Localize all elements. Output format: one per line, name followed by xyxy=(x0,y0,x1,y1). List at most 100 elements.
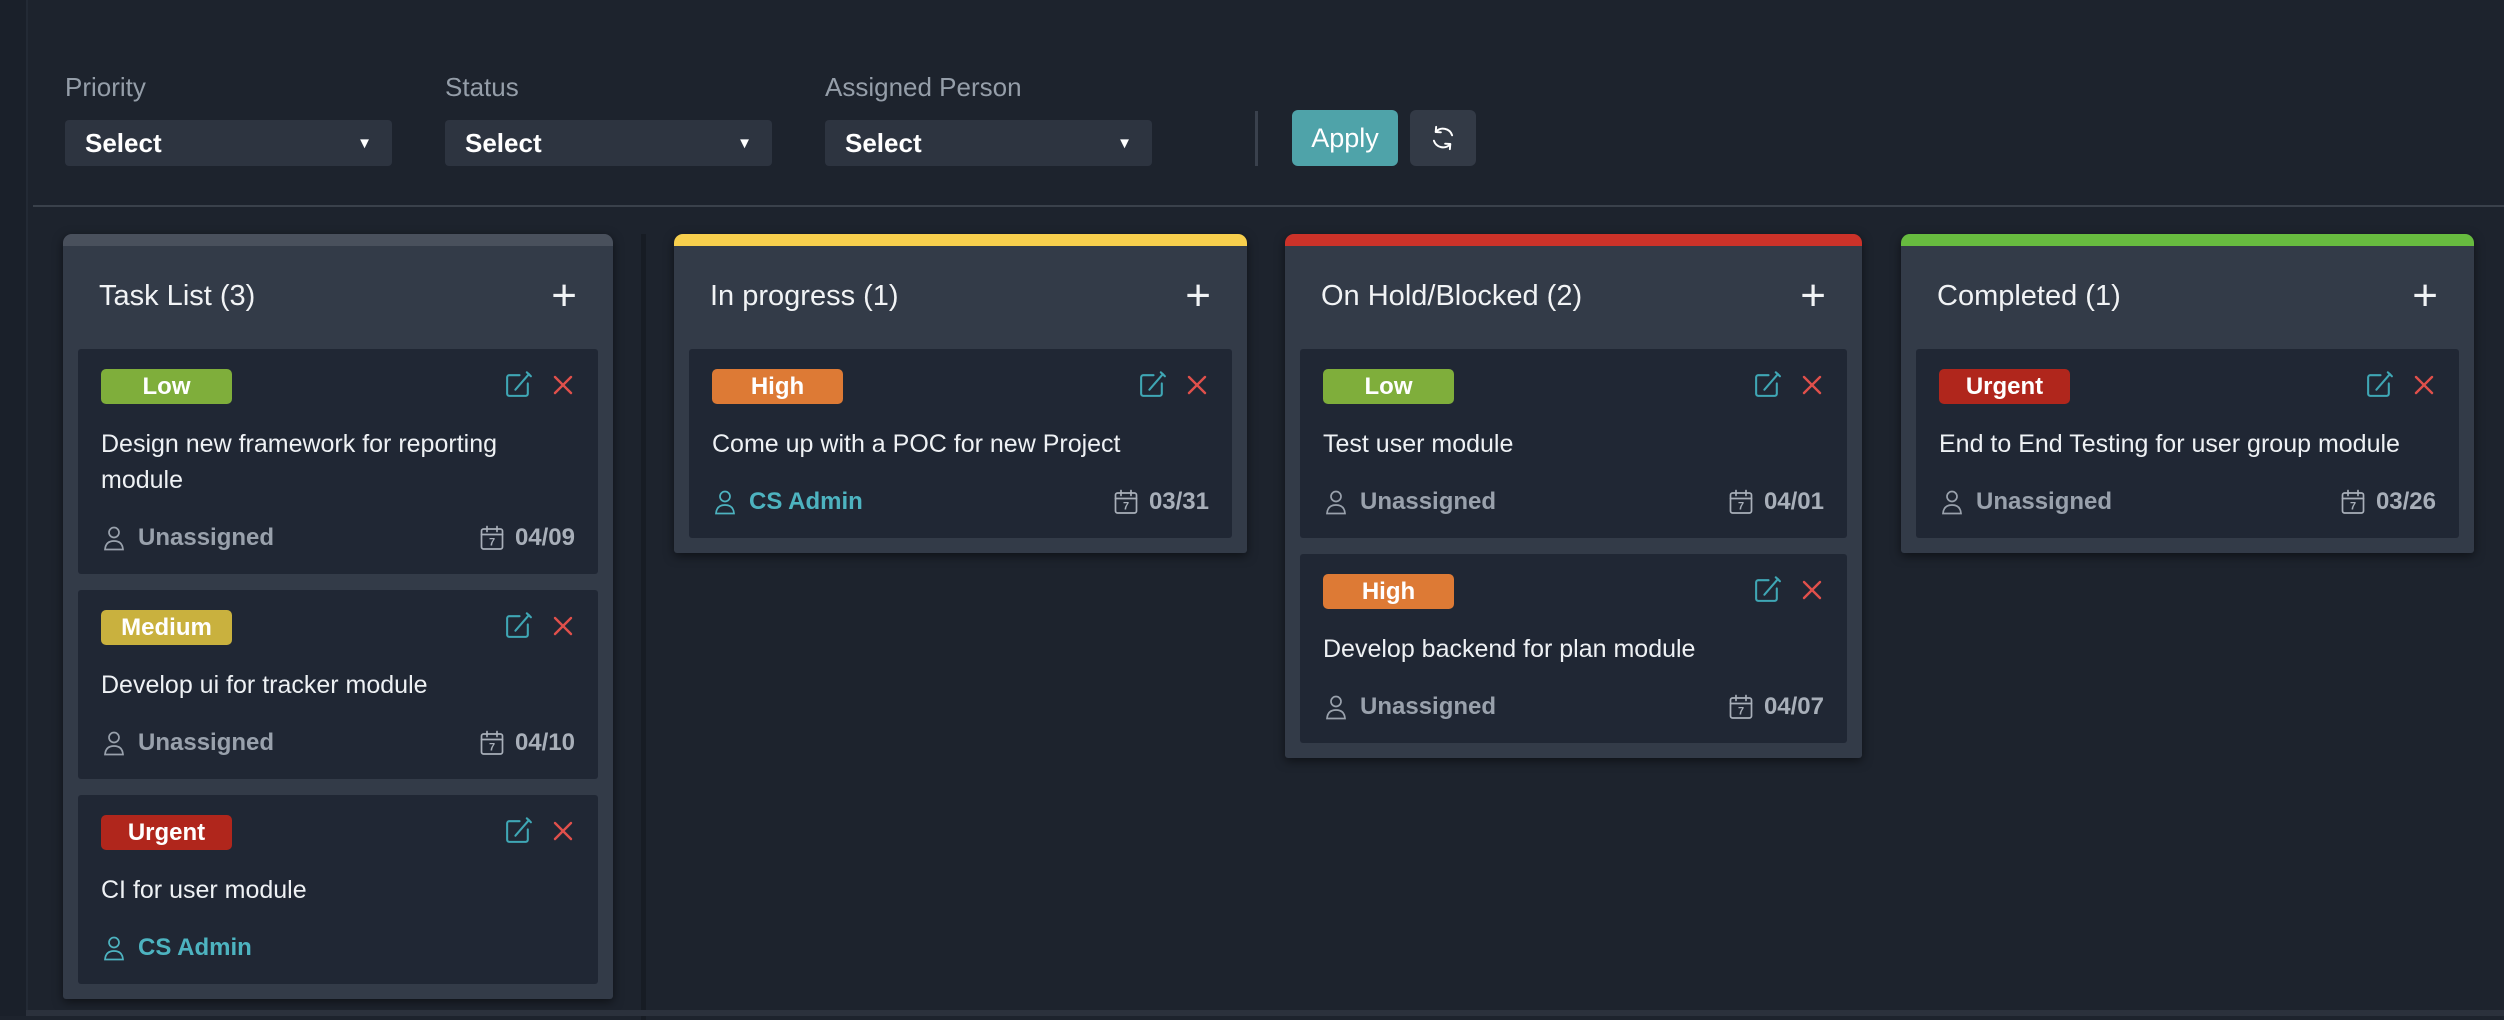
priority-select[interactable]: Select ▼ xyxy=(65,120,392,166)
card-top-row: Urgent xyxy=(101,815,575,850)
status-filter: Status Select ▼ xyxy=(445,72,772,166)
task-card[interactable]: Medium Develop ui for tracker module Una… xyxy=(78,590,598,779)
add-task-icon[interactable]: + xyxy=(1185,276,1211,316)
due-date: 7 04/10 xyxy=(479,729,575,757)
column-title: Completed (1) xyxy=(1937,280,2121,313)
card-actions xyxy=(1137,369,1209,400)
edit-icon[interactable] xyxy=(503,369,534,400)
edit-icon[interactable] xyxy=(503,610,534,641)
card-top-row: Medium xyxy=(101,610,575,645)
delete-icon[interactable] xyxy=(1185,373,1209,397)
assignee-name: Unassigned xyxy=(1360,693,1496,721)
delete-icon[interactable] xyxy=(551,614,575,638)
add-task-icon[interactable]: + xyxy=(1800,276,1826,316)
card-list: High Come up with a POC for new Project … xyxy=(674,349,1247,553)
person-icon xyxy=(101,729,127,757)
svg-text:7: 7 xyxy=(489,537,495,549)
column-title: On Hold/Blocked (2) xyxy=(1321,280,1582,313)
assignee: Unassigned xyxy=(1939,488,2112,516)
edit-icon[interactable] xyxy=(1752,574,1783,605)
person-icon xyxy=(1323,693,1349,721)
due-date: 7 04/07 xyxy=(1728,693,1824,721)
task-card[interactable]: High Come up with a POC for new Project … xyxy=(689,349,1232,538)
chevron-down-icon: ▼ xyxy=(737,135,752,152)
due-date-text: 04/09 xyxy=(515,524,575,552)
svg-text:7: 7 xyxy=(2350,501,2356,513)
calendar-icon: 7 xyxy=(2340,488,2366,516)
card-title: Test user module xyxy=(1323,426,1824,462)
card-actions xyxy=(2364,369,2436,400)
assigned-person-filter-label: Assigned Person xyxy=(825,72,1152,103)
delete-icon[interactable] xyxy=(551,819,575,843)
add-task-icon[interactable]: + xyxy=(551,276,577,316)
due-date-text: 04/10 xyxy=(515,729,575,757)
column-accent-bar xyxy=(1901,234,2474,246)
edit-icon[interactable] xyxy=(1137,369,1168,400)
calendar-icon: 7 xyxy=(1728,693,1754,721)
assignee-name: Unassigned xyxy=(1976,488,2112,516)
task-card[interactable]: Urgent End to End Testing for user group… xyxy=(1916,349,2459,538)
card-top-row: Low xyxy=(101,369,575,404)
delete-icon[interactable] xyxy=(551,373,575,397)
assigned-person-filter: Assigned Person Select ▼ xyxy=(825,72,1152,166)
refresh-icon xyxy=(1428,123,1458,153)
calendar-icon: 7 xyxy=(1728,488,1754,516)
horizontal-scrollbar-track[interactable] xyxy=(26,1010,2504,1016)
assignee-name: CS Admin xyxy=(138,934,252,962)
task-card[interactable]: Low Test user module Unassigned 7 04/01 xyxy=(1300,349,1847,538)
card-title: Develop ui for tracker module xyxy=(101,667,575,703)
refresh-button[interactable] xyxy=(1410,110,1476,166)
assignee: Unassigned xyxy=(101,524,274,552)
board-column: In progress (1) + High Come up with a POC … xyxy=(674,234,1247,553)
task-card[interactable]: Low Design new framework for reporting m… xyxy=(78,349,598,574)
column-header: On Hold/Blocked (2) + xyxy=(1285,246,1862,316)
delete-icon[interactable] xyxy=(2412,373,2436,397)
assignee-name: Unassigned xyxy=(1360,488,1496,516)
card-footer: Unassigned 7 04/01 xyxy=(1323,488,1824,516)
column-title: In progress (1) xyxy=(710,280,899,313)
svg-text:7: 7 xyxy=(1738,706,1744,718)
due-date-text: 04/07 xyxy=(1764,693,1824,721)
task-card[interactable]: High Develop backend for plan module Una… xyxy=(1300,554,1847,743)
edit-icon[interactable] xyxy=(1752,369,1783,400)
assignee: CS Admin xyxy=(101,934,252,962)
column-header: Completed (1) + xyxy=(1901,246,2474,316)
kanban-board: Task List (3) + Low Design new framework f… xyxy=(0,234,2504,1020)
edit-icon[interactable] xyxy=(503,815,534,846)
filter-board-divider xyxy=(33,205,2504,207)
card-list: Low Test user module Unassigned 7 04/01H… xyxy=(1285,349,1862,758)
priority-badge: Medium xyxy=(101,610,232,645)
card-footer: Unassigned 7 04/07 xyxy=(1323,693,1824,721)
edit-icon[interactable] xyxy=(2364,369,2395,400)
calendar-icon: 7 xyxy=(1113,488,1139,516)
apply-button[interactable]: Apply xyxy=(1292,110,1398,166)
due-date: 7 03/31 xyxy=(1113,488,1209,516)
delete-icon[interactable] xyxy=(1800,578,1824,602)
priority-filter-label: Priority xyxy=(65,72,392,103)
column-title: Task List (3) xyxy=(99,280,255,313)
add-task-icon[interactable]: + xyxy=(2412,276,2438,316)
due-date: 7 04/01 xyxy=(1728,488,1824,516)
chevron-down-icon: ▼ xyxy=(1117,135,1132,152)
assignee: Unassigned xyxy=(1323,488,1496,516)
card-title: Come up with a POC for new Project xyxy=(712,426,1209,462)
card-footer: CS Admin xyxy=(101,934,575,962)
svg-text:7: 7 xyxy=(489,742,495,754)
assigned-person-select[interactable]: Select ▼ xyxy=(825,120,1152,166)
person-icon xyxy=(101,524,127,552)
column-header: In progress (1) + xyxy=(674,246,1247,316)
status-select[interactable]: Select ▼ xyxy=(445,120,772,166)
svg-text:7: 7 xyxy=(1123,501,1129,513)
delete-icon[interactable] xyxy=(1800,373,1824,397)
status-filter-label: Status xyxy=(445,72,772,103)
task-card[interactable]: Urgent CI for user module CS Admin xyxy=(78,795,598,984)
column-header: Task List (3) + xyxy=(63,246,613,316)
card-actions xyxy=(1752,574,1824,605)
priority-filter: Priority Select ▼ xyxy=(65,72,392,166)
card-list: Urgent End to End Testing for user group… xyxy=(1901,349,2474,553)
priority-badge: Low xyxy=(1323,369,1454,404)
calendar-icon: 7 xyxy=(479,524,505,552)
assigned-person-select-value: Select xyxy=(845,128,922,159)
card-actions xyxy=(503,610,575,641)
assignee-name: Unassigned xyxy=(138,729,274,757)
